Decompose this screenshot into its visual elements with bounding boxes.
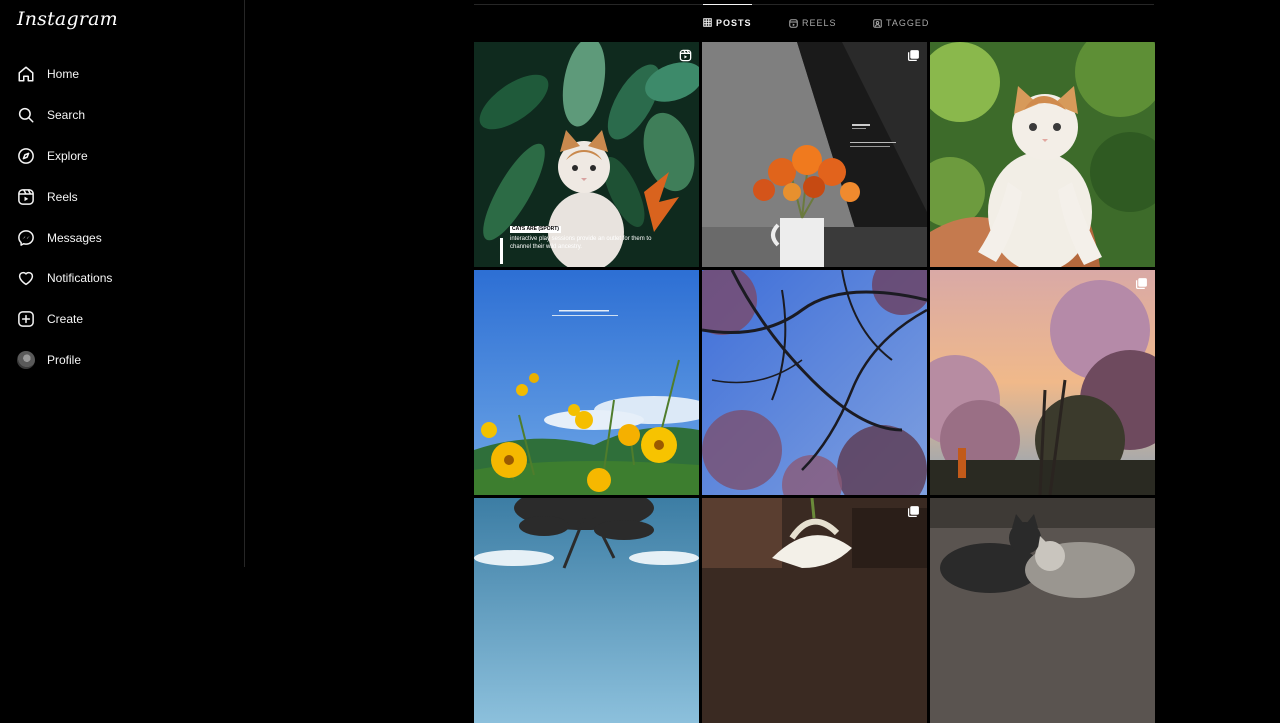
carousel-icon [1135, 277, 1148, 290]
sidebar-item-notifications[interactable]: Notifications [0, 258, 244, 299]
avatar [17, 350, 35, 369]
plus-square-icon [17, 310, 35, 328]
sidebar-item-create[interactable]: Create [0, 299, 244, 340]
sidebar-item-label: Explore [47, 148, 88, 163]
reels-icon [17, 188, 35, 206]
post-image [930, 270, 1155, 495]
post-image [930, 42, 1155, 267]
sidebar-item-messages[interactable]: Messages [0, 217, 244, 258]
post-thumbnail[interactable] [930, 498, 1155, 723]
post-image [474, 270, 699, 495]
profile-main: POSTS REELS TAGGED CATS ARE (SPORT) inte… [245, 0, 1280, 723]
post-thumbnail[interactable] [930, 270, 1155, 495]
post-thumbnail[interactable] [474, 270, 699, 495]
reels-icon [789, 18, 798, 28]
sidebar-item-label: Profile [47, 352, 82, 367]
post-image [702, 42, 927, 267]
carousel-icon [907, 505, 920, 518]
post-thumbnail[interactable] [702, 498, 927, 723]
compass-icon [17, 147, 35, 165]
post-image [702, 498, 927, 723]
search-icon [17, 106, 35, 124]
sidebar-item-label: Create [47, 312, 84, 327]
post-thumbnail[interactable] [474, 498, 699, 723]
grid-icon [703, 18, 712, 27]
tab-tagged[interactable]: TAGGED [873, 5, 929, 41]
sidebar-nav: Home Search Explore Reels Messages Notif… [0, 54, 244, 380]
post-image [702, 270, 927, 495]
sidebar-item-home[interactable]: Home [0, 54, 244, 95]
post-thumbnail[interactable] [930, 42, 1155, 267]
post-thumbnail[interactable] [702, 270, 927, 495]
messenger-icon [17, 229, 35, 247]
sidebar-item-explore[interactable]: Explore [0, 136, 244, 177]
sidebar-item-reels[interactable]: Reels [0, 176, 244, 217]
tab-label: REELS [802, 18, 837, 28]
sidebar-item-label: Reels [47, 189, 78, 204]
tag-icon [873, 18, 882, 28]
post-thumbnail[interactable] [702, 42, 927, 267]
profile-tabs: POSTS REELS TAGGED [474, 4, 1154, 40]
tab-label: POSTS [716, 17, 752, 28]
tab-label: TAGGED [886, 18, 930, 28]
carousel-icon [907, 49, 920, 62]
instagram-logo[interactable]: Instagram [17, 8, 118, 30]
caption-text: interactive play sessions provide an out… [510, 236, 652, 250]
post-image [930, 498, 1155, 723]
post-image [474, 42, 699, 267]
sidebar-item-search[interactable]: Search [0, 95, 244, 136]
sidebar-item-label: Search [47, 108, 86, 123]
reel-icon [679, 49, 692, 62]
post-image [474, 498, 699, 723]
home-icon [17, 65, 35, 83]
sidebar-item-profile[interactable]: Profile [0, 340, 244, 381]
sidebar: Instagram Home Search Explore Reels Mess… [0, 0, 245, 567]
tab-reels[interactable]: REELS [789, 5, 837, 41]
heart-icon [17, 269, 35, 287]
sidebar-item-label: Messages [47, 230, 102, 245]
caption-title: CATS ARE (SPORT) [510, 226, 561, 233]
sidebar-item-label: Notifications [47, 271, 113, 286]
post-thumbnail[interactable]: CATS ARE (SPORT) interactive play sessio… [474, 42, 699, 267]
tab-posts[interactable]: POSTS [703, 4, 752, 40]
sidebar-item-label: Home [47, 67, 80, 82]
